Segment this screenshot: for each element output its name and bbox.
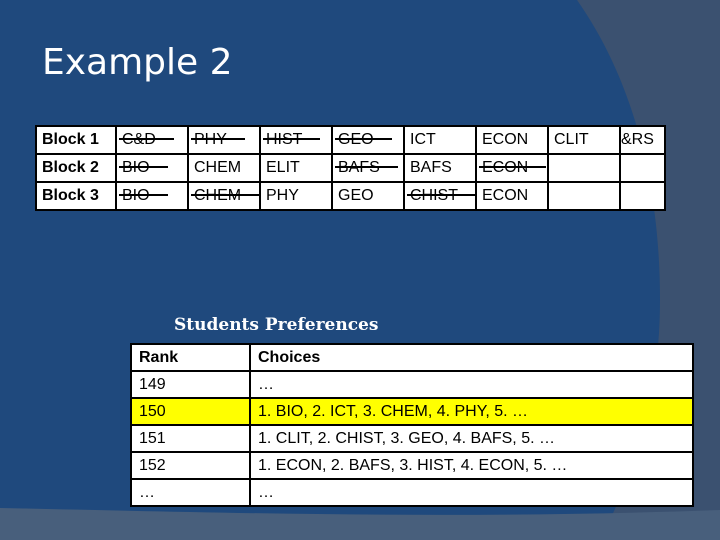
block-label: Block 2	[35, 153, 117, 183]
rank-cell: 152	[130, 451, 251, 480]
subject-cell: BIO	[115, 153, 189, 183]
subject-cell: ECON	[475, 125, 549, 155]
subject-cell: BAFS	[403, 153, 477, 183]
subject-cell: CHEM	[187, 181, 261, 211]
subject: ICT	[410, 131, 436, 148]
subject-struck: ECON	[478, 159, 546, 176]
subject: ECON	[482, 187, 529, 204]
rank-cell: 150	[130, 397, 251, 426]
subject: CLIT	[554, 131, 589, 148]
subject-cell: HIST	[259, 125, 333, 155]
choices-cell: 1. CLIT, 2. CHIST, 3. GEO, 4. BAFS, 5. …	[249, 424, 694, 453]
block-row: Block 2 BIO CHEM ELIT BAFS BAFS ECON	[35, 153, 666, 183]
subject-cell: ECON	[475, 153, 549, 183]
subject-cell: CLIT	[547, 125, 621, 155]
subject-cell: PHY	[187, 125, 261, 155]
rank-cell: 149	[130, 370, 251, 399]
subject-cell	[619, 153, 666, 183]
subject-struck: BAFS	[335, 159, 398, 176]
subject-cell	[547, 153, 621, 183]
subject-struck: BIO	[119, 159, 167, 176]
subject: GEO	[338, 187, 374, 204]
subject-cell: ICT	[403, 125, 477, 155]
subject: ECON	[482, 131, 529, 148]
subject-struck: CHIST	[407, 187, 474, 204]
choices-cell: …	[249, 478, 694, 507]
subject-struck: PHY	[191, 131, 245, 148]
subject-cell	[619, 181, 666, 211]
subject-cell: C&D	[115, 125, 189, 155]
subject-struck: C&D	[119, 131, 174, 148]
subject-cell	[547, 181, 621, 211]
preference-row: 152 1. ECON, 2. BAFS, 3. HIST, 4. ECON, 5…	[130, 451, 694, 480]
block-label: Block 1	[35, 125, 117, 155]
subject-cell: GEO	[331, 125, 405, 155]
subject-cell: BIO	[115, 181, 189, 211]
subject-cell: GEO	[331, 181, 405, 211]
preference-row-highlighted: 150 1. BIO, 2. ICT, 3. CHEM, 4. PHY, 5. …	[130, 397, 694, 426]
subject-struck: BIO	[119, 187, 167, 204]
preferences-table: Rank Choices 149… 150 1. BIO, 2. ICT, 3. C…	[130, 343, 694, 507]
preference-row: 149…	[130, 370, 694, 399]
block-row: Block 3 BIO CHEM PHY GEO CHIST ECON	[35, 181, 666, 211]
subject-cell: PHY	[259, 181, 333, 211]
preference-row: 151 1. CLIT, 2. CHIST, 3. GEO, 4. BAFS, 5…	[130, 424, 694, 453]
subject-struck: GEO	[335, 131, 391, 148]
subject-cell: CHEM	[187, 153, 261, 183]
choices-cell: 1. ECON, 2. BAFS, 3. HIST, 4. ECON, 5. …	[249, 451, 694, 480]
subject-struck: CHEM	[190, 187, 258, 204]
header-rank: Rank	[130, 343, 251, 372]
subject: PHY	[266, 187, 299, 204]
subject-cell: CHIST	[403, 181, 477, 211]
block-row: Block 1 C&D PHY HIST GEO ICT ECON CLIT &RS	[35, 125, 666, 155]
preferences-header-row: Rank Choices	[130, 343, 694, 372]
header-choices: Choices	[249, 343, 694, 372]
subject: CHEM	[194, 159, 242, 176]
subject-cell: BAFS	[331, 153, 405, 183]
choices-cell: 1. BIO, 2. ICT, 3. CHEM, 4. PHY, 5. …	[249, 397, 694, 426]
subject-struck: HIST	[262, 131, 322, 148]
subject-cell: &RS	[619, 125, 666, 155]
rank-cell: 151	[130, 424, 251, 453]
preference-row: ……	[130, 478, 694, 507]
subject-cell: ELIT	[259, 153, 333, 183]
subject: &RS	[621, 131, 654, 148]
blocks-table: Block 1 C&D PHY HIST GEO ICT ECON CLIT &RS Block …	[35, 125, 666, 211]
subject: BAFS	[410, 159, 452, 176]
block-label: Block 3	[35, 181, 117, 211]
choices-cell: …	[249, 370, 694, 399]
subject: ELIT	[266, 159, 300, 176]
subject-cell: ECON	[475, 181, 549, 211]
slide-title: Example 2	[42, 42, 233, 83]
preferences-title: Students Preferences	[174, 315, 379, 335]
rank-cell: …	[130, 478, 251, 507]
